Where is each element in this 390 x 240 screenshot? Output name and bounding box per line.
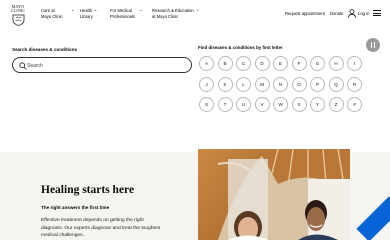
- letter-button-a[interactable]: A: [199, 56, 214, 71]
- letter-button-hash[interactable]: #: [347, 97, 362, 112]
- letter-button-b[interactable]: B: [217, 56, 233, 71]
- nav-label-line2: Library: [80, 14, 93, 19]
- letter-button-q[interactable]: Q: [328, 76, 344, 92]
- chevron-down-icon: ⌄: [196, 7, 200, 12]
- search-input[interactable]: [27, 61, 187, 70]
- menu-bar: [373, 10, 381, 11]
- nav-label-line2: Mayo Clinic: [41, 14, 63, 19]
- nav-for-medical-professionals[interactable]: For Medical Professionals ⌄: [110, 7, 142, 20]
- letter-button-l[interactable]: L: [236, 76, 251, 92]
- search-icon: [19, 61, 27, 70]
- letter-button-r[interactable]: R: [347, 76, 362, 92]
- shield-logo-icon: [12, 14, 24, 26]
- letter-button-o[interactable]: O: [291, 76, 307, 92]
- pause-icon: [370, 42, 373, 48]
- nav-care-at-mayo-clinic[interactable]: Care at Mayo Clinic ⌄: [41, 7, 74, 20]
- letter-button-k[interactable]: K: [217, 76, 233, 92]
- menu-bar: [373, 15, 381, 17]
- letter-button-n[interactable]: N: [273, 76, 288, 92]
- letter-button-u[interactable]: U: [236, 97, 251, 112]
- letter-button-e[interactable]: E: [273, 56, 288, 71]
- letter-button-f[interactable]: F: [291, 56, 307, 71]
- logo-text: MAYO CLINIC: [10, 4, 26, 13]
- letter-button-z[interactable]: Z: [328, 97, 344, 112]
- hero-title: Healing starts here: [41, 184, 135, 196]
- letters-label: Find diseases & conditions by first lett…: [198, 45, 283, 50]
- letter-button-x[interactable]: X: [291, 97, 307, 112]
- mayo-clinic-logo[interactable]: MAYO CLINIC: [8, 5, 28, 27]
- letter-button-v[interactable]: V: [254, 97, 270, 112]
- donate-link[interactable]: Donate: [330, 11, 344, 17]
- letter-button-c[interactable]: C: [236, 56, 251, 71]
- nav-health-library[interactable]: Health Library ⌄: [80, 7, 97, 20]
- letter-button-g[interactable]: G: [310, 56, 325, 71]
- hero-photo: [198, 149, 350, 240]
- letter-button-y[interactable]: Y: [310, 97, 325, 112]
- hero-subtitle: The right answers the first time: [41, 205, 110, 210]
- request-appointment-link[interactable]: Request appointment: [285, 11, 325, 17]
- letter-button-d[interactable]: D: [254, 56, 270, 71]
- letter-button-m[interactable]: M: [254, 76, 270, 92]
- chevron-down-icon: ⌄: [139, 7, 143, 12]
- letter-button-p[interactable]: P: [310, 76, 325, 92]
- log-in-link[interactable]: Log in: [358, 11, 369, 17]
- letter-button-j[interactable]: J: [199, 76, 214, 92]
- pause-button[interactable]: [366, 38, 380, 52]
- hero-body-text: Effective treatment depends on getting t…: [41, 218, 161, 238]
- chevron-down-icon: ⌄: [94, 7, 98, 12]
- nav-label-line2: Professionals: [110, 14, 136, 19]
- nav-research-education[interactable]: Research & Education at Mayo Clinic ⌄: [152, 7, 199, 20]
- letter-button-i[interactable]: I: [347, 56, 362, 71]
- letter-button-t[interactable]: T: [217, 97, 233, 112]
- menu-icon[interactable]: [373, 10, 381, 18]
- menu-bar: [373, 12, 381, 14]
- site-header: MAYO CLINIC Care at Mayo Clinic ⌄ Health…: [0, 0, 390, 32]
- chevron-down-icon: ⌄: [71, 7, 75, 12]
- nav-label-line2: at Mayo Clinic: [152, 14, 179, 19]
- letter-button-w[interactable]: W: [273, 97, 288, 112]
- search-field[interactable]: [12, 57, 192, 73]
- letter-button-s[interactable]: S: [199, 97, 214, 112]
- letter-button-h[interactable]: H: [328, 56, 344, 71]
- user-icon[interactable]: [348, 9, 356, 18]
- search-label: Search diseases & conditions: [12, 47, 78, 52]
- pause-icon: [373, 42, 376, 48]
